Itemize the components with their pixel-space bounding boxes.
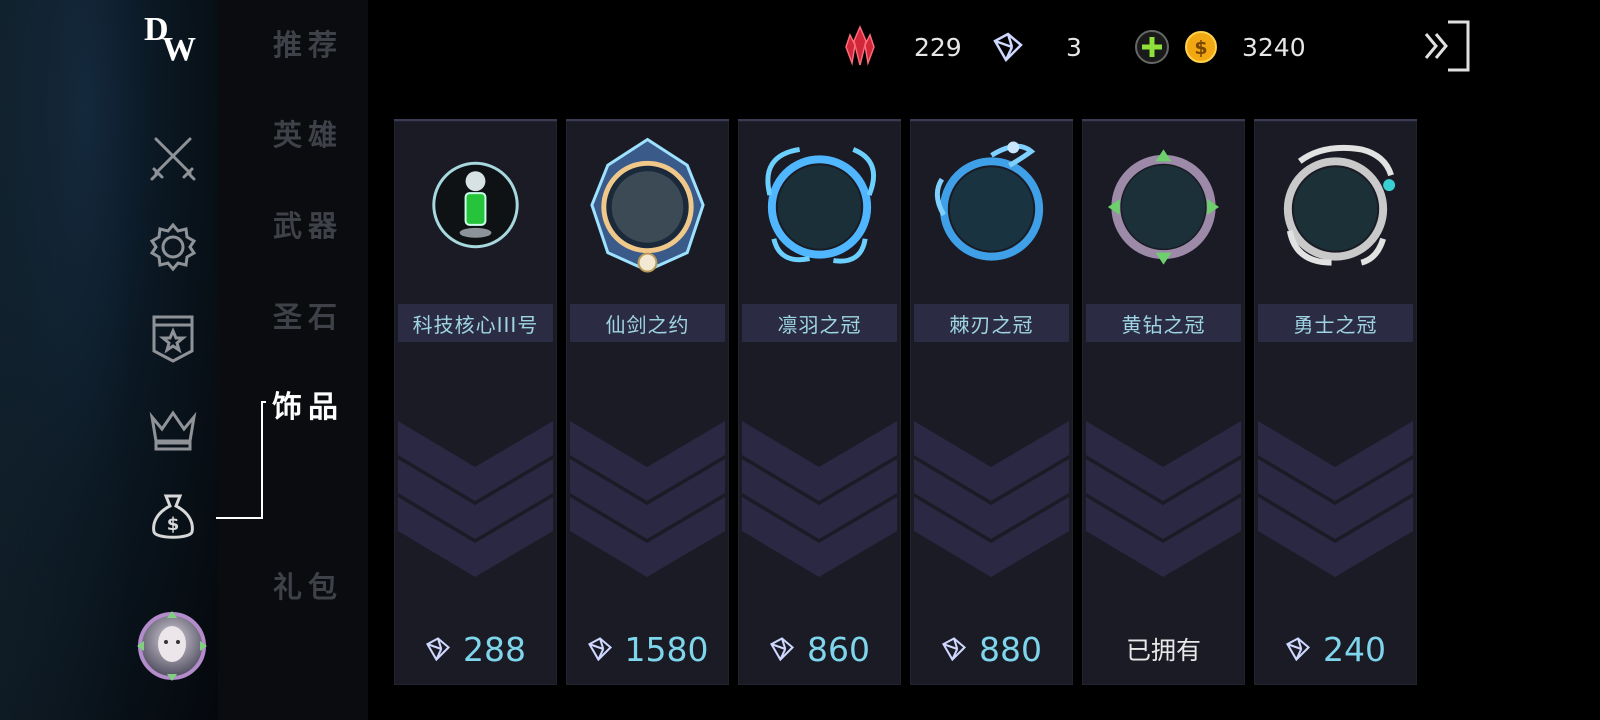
exit-button[interactable] <box>1424 20 1472 72</box>
diamond-icon <box>587 636 613 662</box>
accessory-frame-image <box>406 135 545 275</box>
accessory-frame-image <box>578 135 717 275</box>
item-price: 240 <box>1323 629 1386 669</box>
accessory-frame-image <box>1094 135 1233 275</box>
nav-item-heroes[interactable]: 英雄 <box>273 112 343 154</box>
gold-coin-icon: $ <box>1184 30 1218 64</box>
add-currency-button[interactable] <box>1134 29 1170 65</box>
crown-icon[interactable] <box>148 405 198 455</box>
gold-count: 3240 <box>1242 32 1306 62</box>
nav-item-holy-stones[interactable]: 圣石 <box>273 294 343 336</box>
nav-item-recommend[interactable]: 推荐 <box>273 22 343 64</box>
svg-text:W: W <box>162 31 196 64</box>
item-name: 凛羽之冠 <box>742 304 897 342</box>
item-name: 黄钻之冠 <box>1086 304 1241 342</box>
item-name: 棘刃之冠 <box>914 304 1069 342</box>
svg-text:$: $ <box>1194 37 1207 59</box>
accessory-card[interactable]: 科技核心III号 288 <box>394 119 557 685</box>
nav-item-accessories[interactable]: 饰品 <box>272 382 344 426</box>
red-crystal-count: 229 <box>914 32 962 62</box>
player-avatar[interactable] <box>136 610 208 682</box>
buy-price-button[interactable]: 860 <box>738 621 901 677</box>
accessory-card[interactable]: 棘刃之冠 880 <box>910 119 1073 685</box>
crossed-swords-icon[interactable] <box>148 133 198 183</box>
diamond-icon <box>941 636 967 662</box>
diamond-icon <box>992 31 1024 63</box>
chevron-decoration <box>1086 421 1241 591</box>
accessory-frame-image <box>1266 135 1405 275</box>
buy-price-button[interactable]: 240 <box>1254 621 1417 677</box>
diamond-icon <box>1285 636 1311 662</box>
red-crystal-icon <box>842 25 878 69</box>
diamond-resource: 3 <box>992 22 1082 72</box>
diamond-icon <box>425 636 451 662</box>
accessory-card[interactable]: 仙剑之约 1580 <box>566 119 729 685</box>
accessory-frame-image <box>750 135 889 275</box>
item-name: 科技核心III号 <box>398 304 553 342</box>
star-badge-icon[interactable] <box>148 313 198 363</box>
buy-price-button[interactable]: 880 <box>910 621 1073 677</box>
svg-text:$: $ <box>167 514 180 535</box>
item-price: 880 <box>979 629 1042 669</box>
buy-price-button[interactable]: 288 <box>394 621 557 677</box>
active-nav-connector <box>216 400 274 520</box>
item-name: 仙剑之约 <box>570 304 725 342</box>
diamond-icon <box>769 636 795 662</box>
nav-item-weapons[interactable]: 武器 <box>273 203 343 245</box>
nav-panel <box>218 0 368 720</box>
nav-item-bundles[interactable]: 礼包 <box>273 564 343 606</box>
chevron-decoration <box>570 421 725 591</box>
dw-logo: D W <box>142 10 206 68</box>
red-crystal-resource: 229 <box>842 22 962 72</box>
accessory-card[interactable]: 勇士之冠 240 <box>1254 119 1417 685</box>
owned-status: 已拥有 <box>1082 621 1245 677</box>
chevron-decoration <box>742 421 897 591</box>
item-price: 1580 <box>624 629 709 669</box>
chevron-decoration <box>914 421 1069 591</box>
item-price: 288 <box>463 629 526 669</box>
item-name: 勇士之冠 <box>1258 304 1413 342</box>
accessory-frame-image <box>922 135 1061 275</box>
gold-resource: $ 3240 <box>1134 22 1306 72</box>
owned-label: 已拥有 <box>1125 636 1201 665</box>
diamond-count: 3 <box>1066 32 1082 62</box>
money-bag-icon[interactable]: $ <box>148 492 198 542</box>
buy-price-button[interactable]: 1580 <box>566 621 729 677</box>
chevron-decoration <box>1258 421 1413 591</box>
gear-icon[interactable] <box>148 222 198 272</box>
accessory-card[interactable]: 黄钻之冠 已拥有 <box>1082 119 1245 685</box>
chevron-decoration <box>398 421 553 591</box>
accessory-card[interactable]: 凛羽之冠 860 <box>738 119 901 685</box>
item-price: 860 <box>807 629 870 669</box>
